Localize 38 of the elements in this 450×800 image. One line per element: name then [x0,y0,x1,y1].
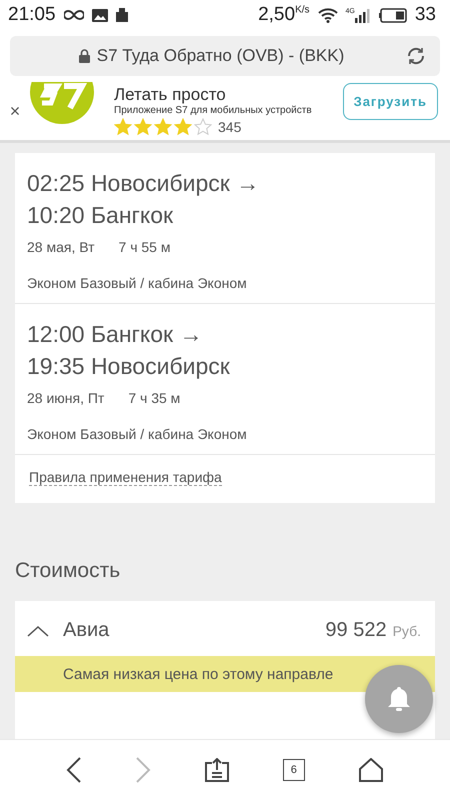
clock: 21:05 [8,4,56,26]
arrival-time-city: 10:20 Бангкок [27,201,174,230]
share-icon[interactable] [204,758,230,782]
close-button[interactable]: × [0,100,30,122]
flight-duration: 7 ч 55 м [118,239,170,255]
signal-icon [354,8,371,22]
banner-title: Летать просто [114,86,227,104]
briefcase-icon [116,8,128,22]
page-title: S7 Туда Обратно (OVB) - (BKK) [96,46,344,66]
departure-time-city: 02:25 Новосибирск → [27,169,260,198]
fare-class: Эконом Базовый / кабина Эконом [27,275,248,291]
tabs-button[interactable]: 6 [282,759,305,781]
cost-label: Авиа [63,619,110,642]
home-icon[interactable] [358,758,384,782]
currency: Руб. [392,622,421,638]
fare-rules-link[interactable]: Правила применения тарифа [29,469,222,486]
back-icon[interactable] [66,757,82,783]
image-icon [92,8,108,22]
reload-icon[interactable] [406,46,426,66]
fare-class: Эконом Базовый / кабина Эконом [27,426,248,442]
price-amount: 99 522 [325,619,387,642]
arrival-time-city: 19:35 Новосибирск [27,352,231,381]
lock-icon [78,49,90,63]
section-heading: Стоимость [15,559,122,583]
battery-icon [378,8,407,22]
departure-time-city: 12:00 Бангкок → [27,320,204,349]
battery-level: 33 [414,4,436,26]
flight-date: 28 июня, Пт [27,390,104,406]
network-speed: 2,50$^{K/s}$ [258,4,310,26]
infinity-icon [64,9,84,21]
rating-count: 345 [218,119,242,135]
bell-icon [387,686,411,712]
flight-duration: 7 ч 35 м [128,390,180,406]
flight-date: 28 мая, Вт [27,239,95,255]
chevron-icon[interactable] [27,624,49,636]
wifi-icon [318,8,338,22]
banner-subtitle: Приложение S7 для мобильных устройств [114,105,312,116]
address-bar[interactable]: S7 Туда Обратно (OVB) - (BKK) [10,36,440,76]
